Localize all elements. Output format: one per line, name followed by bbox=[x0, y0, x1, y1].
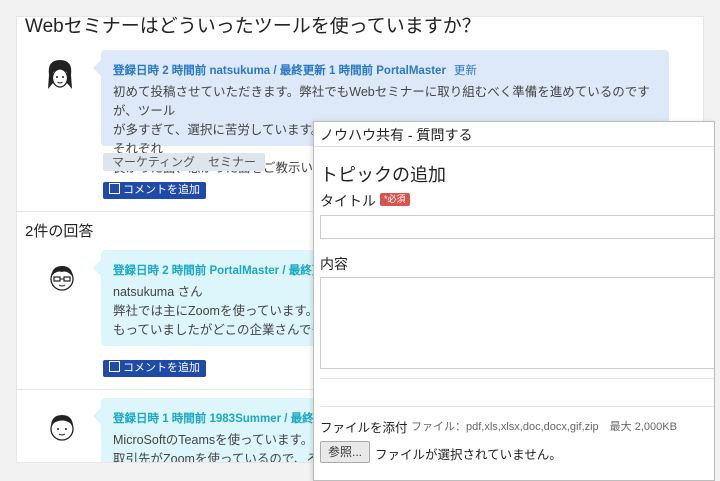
content-textarea[interactable] bbox=[320, 277, 714, 369]
dialog-title: ノウハウ共有 - 質問する bbox=[320, 127, 473, 143]
user-avatar-glasses-icon bbox=[50, 266, 74, 291]
answer-body: natsukuma さん 弊社では主にZoomを使っています。専 もっていました… bbox=[113, 285, 337, 337]
required-badge: *必須 bbox=[380, 193, 410, 206]
answer-meta[interactable]: 登録日時 1 時間前 1983Summer / 最終更 bbox=[113, 410, 325, 426]
add-comment-button[interactable]: コメントを追加 bbox=[103, 360, 206, 377]
edit-link[interactable]: 更新 bbox=[454, 65, 477, 77]
no-file-text: ファイルが選択されていません。 bbox=[375, 448, 562, 462]
tag-seminar[interactable]: セミナー bbox=[199, 153, 266, 171]
answer-body: MicroSoftのTeamsを使っています。（ 取引先がZoomを使っているの… bbox=[113, 433, 332, 463]
user-avatar-female-icon bbox=[48, 60, 72, 89]
attach-info: ファイル：pdf,xls,xlsx,doc,docx,gif,zip 最大 2,… bbox=[411, 421, 677, 433]
tag-marketing[interactable]: マーケティング bbox=[103, 153, 205, 171]
question-title: Webセミナーはどういったツールを使っていますか？ bbox=[25, 16, 481, 37]
title-label: タイトル bbox=[320, 193, 376, 209]
form-heading: トピックの追加 bbox=[320, 165, 446, 185]
attach-label: ファイルを添付 bbox=[320, 421, 408, 435]
answer-meta[interactable]: 登録日時 2 時間前 PortalMaster / 最終更新 bbox=[113, 262, 335, 278]
divider bbox=[320, 406, 714, 407]
user-avatar-male-icon bbox=[50, 415, 74, 441]
divider bbox=[320, 378, 714, 379]
ask-question-dialog: ノウハウ共有 - 質問する トピックの追加 タイトル *必須 内容 ファイルを添… bbox=[313, 121, 715, 481]
edit-icon bbox=[109, 361, 120, 372]
dialog-header: ノウハウ共有 - 質問する bbox=[314, 122, 714, 147]
answers-count: 2件の回答 bbox=[25, 223, 94, 240]
title-input[interactable] bbox=[320, 215, 714, 239]
edit-icon bbox=[109, 183, 120, 194]
browse-button[interactable]: 参照... bbox=[320, 441, 371, 463]
content-label: 内容 bbox=[320, 256, 348, 272]
add-comment-button[interactable]: コメントを追加 bbox=[103, 182, 206, 199]
question-meta[interactable]: 登録日時 2 時間前 natsukuma / 最終更新 1 時間前 Portal… bbox=[113, 65, 446, 77]
